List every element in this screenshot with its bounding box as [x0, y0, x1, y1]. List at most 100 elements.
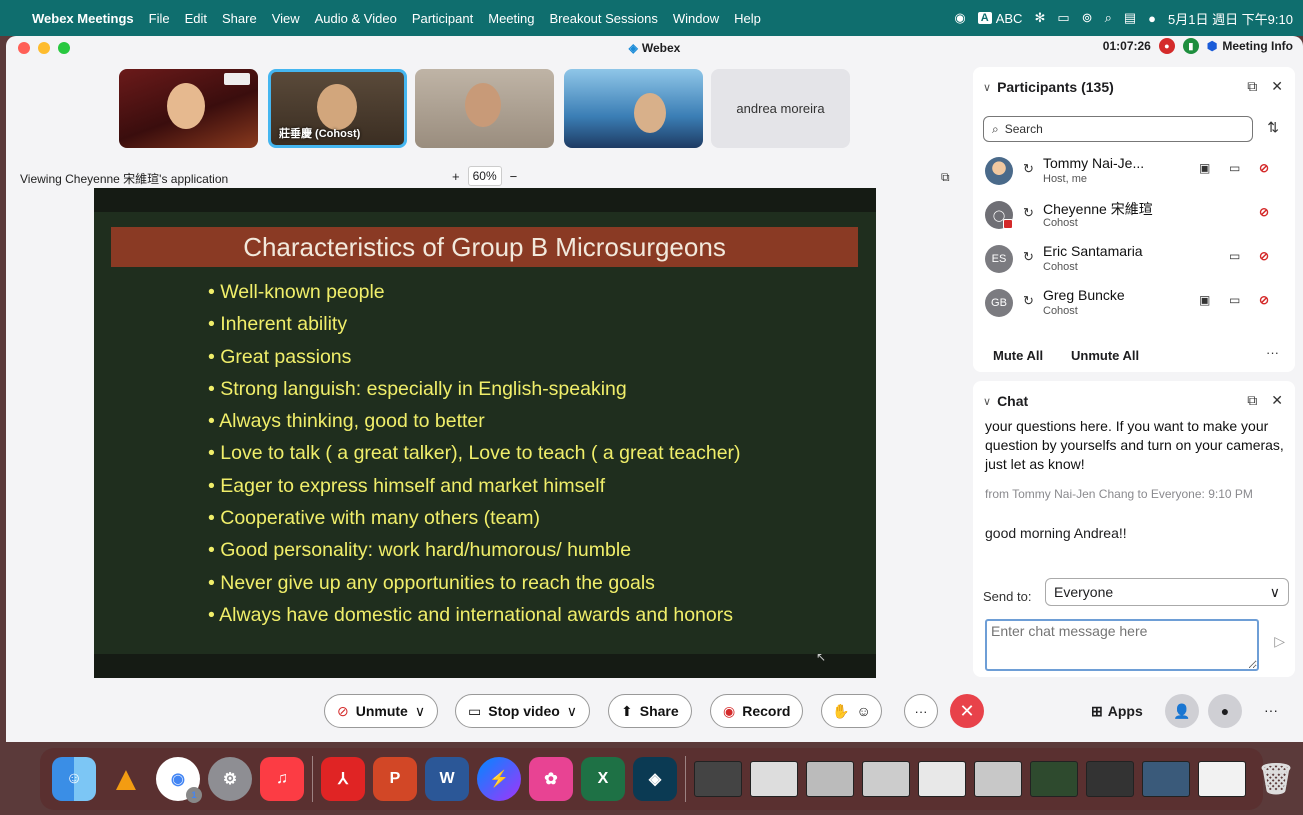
- video-tile-2-active-speaker[interactable]: 莊垂慶 (Cohost): [268, 69, 407, 148]
- pop-out-icon[interactable]: ⧉: [1247, 392, 1257, 409]
- mic-muted-icon[interactable]: ⊘: [1259, 293, 1269, 307]
- network-signal-icon[interactable]: ▮: [1182, 38, 1199, 54]
- battery-icon[interactable]: ▭: [1057, 10, 1069, 26]
- pop-out-icon[interactable]: ⧉: [1247, 78, 1257, 95]
- menu-edit[interactable]: Edit: [185, 11, 207, 26]
- chat-toggle-button[interactable]: ●: [1208, 694, 1242, 728]
- chevron-down-icon[interactable]: ∨: [567, 703, 577, 720]
- video-camera-icon[interactable]: ▭: [1229, 249, 1240, 263]
- zoom-out-button[interactable]: −: [510, 169, 518, 184]
- raise-hand-icon[interactable]: ✋: [832, 703, 849, 720]
- participant-search-input[interactable]: ⌕ Search: [983, 116, 1253, 142]
- chat-message-input[interactable]: [985, 619, 1259, 671]
- webex-status-icon[interactable]: ◉: [954, 10, 965, 26]
- trash-icon[interactable]: 🗑: [1254, 757, 1298, 801]
- vlc-icon[interactable]: ▲: [104, 757, 148, 801]
- minimized-window[interactable]: [1030, 761, 1078, 797]
- powerpoint-icon[interactable]: P: [373, 757, 417, 801]
- stop-video-button[interactable]: ▭ Stop video ∨: [455, 694, 591, 728]
- control-center-icon[interactable]: ⊚: [1082, 10, 1093, 26]
- mute-all-button[interactable]: Mute All: [993, 348, 1043, 363]
- word-icon[interactable]: W: [425, 757, 469, 801]
- minimized-window[interactable]: [1086, 761, 1134, 797]
- video-tile-1[interactable]: [119, 69, 258, 148]
- participant-row[interactable]: ES ↻ Eric Santamaria Cohost ▭ ⊘: [985, 241, 1285, 281]
- finder-icon[interactable]: ☺: [52, 757, 96, 801]
- apps-button[interactable]: ⊞ Apps: [1091, 703, 1143, 720]
- more-options-button[interactable]: ···: [904, 694, 938, 728]
- siri-icon[interactable]: ●: [1148, 11, 1156, 26]
- leave-meeting-button[interactable]: ✕: [950, 694, 984, 728]
- acrobat-icon[interactable]: ⅄: [321, 757, 365, 801]
- reactions-icon[interactable]: ☺: [856, 703, 870, 719]
- menu-breakout-sessions[interactable]: Breakout Sessions: [549, 11, 657, 26]
- meeting-info-button[interactable]: ⬢ Meeting Info: [1207, 39, 1293, 53]
- spotlight-search-icon[interactable]: ⌕: [1105, 10, 1112, 26]
- bluetooth-icon[interactable]: ✻: [1034, 10, 1045, 26]
- chevron-down-icon[interactable]: ∨: [983, 395, 991, 408]
- participants-toggle-button[interactable]: 👤: [1165, 694, 1199, 728]
- minimized-window[interactable]: [750, 761, 798, 797]
- zoom-in-button[interactable]: +: [452, 169, 460, 184]
- recording-indicator-icon[interactable]: ●: [1158, 38, 1175, 54]
- mic-muted-icon[interactable]: ⊘: [1259, 161, 1269, 175]
- shared-screen[interactable]: Characteristics of Group B Microsurgeons…: [94, 188, 876, 678]
- minimize-window-button[interactable]: [38, 42, 50, 54]
- chevron-down-icon[interactable]: ∨: [983, 81, 991, 94]
- menu-window[interactable]: Window: [673, 11, 719, 26]
- chevron-down-icon[interactable]: ∨: [415, 703, 425, 720]
- excel-icon[interactable]: X: [581, 757, 625, 801]
- menu-view[interactable]: View: [272, 11, 300, 26]
- record-button[interactable]: ◉ Record: [710, 694, 804, 728]
- webex-icon[interactable]: ◈: [633, 757, 677, 801]
- minimized-window[interactable]: [1198, 761, 1246, 797]
- video-tile-4[interactable]: [564, 69, 703, 148]
- menu-file[interactable]: File: [149, 11, 170, 26]
- close-icon[interactable]: ✕: [1271, 78, 1283, 95]
- minimized-window[interactable]: [974, 761, 1022, 797]
- sort-icon[interactable]: ⇅: [1267, 119, 1279, 136]
- send-to-select[interactable]: Everyone ∨: [1045, 578, 1289, 606]
- music-icon[interactable]: ♫: [260, 757, 304, 801]
- close-window-button[interactable]: [18, 42, 30, 54]
- minimized-window[interactable]: [918, 761, 966, 797]
- minimized-window[interactable]: [862, 761, 910, 797]
- menu-audio-video[interactable]: Audio & Video: [315, 11, 397, 26]
- menu-app-name[interactable]: Webex Meetings: [32, 11, 134, 26]
- video-tile-3[interactable]: [415, 69, 554, 148]
- mic-muted-icon[interactable]: ⊘: [1259, 205, 1269, 219]
- menu-help[interactable]: Help: [734, 11, 761, 26]
- minimized-window[interactable]: [1142, 761, 1190, 797]
- minimized-window[interactable]: [694, 761, 742, 797]
- messenger-icon[interactable]: ⚡: [477, 757, 521, 801]
- send-icon[interactable]: ▷: [1274, 633, 1285, 650]
- input-source-menu[interactable]: A ABC: [977, 11, 1022, 26]
- close-icon[interactable]: ✕: [1271, 392, 1283, 409]
- menu-participant[interactable]: Participant: [412, 11, 473, 26]
- more-panels-icon[interactable]: ···: [1264, 702, 1278, 718]
- share-view-options-icon[interactable]: ⧉: [941, 170, 950, 185]
- zoom-window-button[interactable]: [58, 42, 70, 54]
- minimized-window[interactable]: [806, 761, 854, 797]
- menubar-clock[interactable]: 5月1日 週日 下午9:10: [1168, 9, 1293, 28]
- participant-row[interactable]: ↻ Tommy Nai-Je... Host, me ▣ ▭ ⊘: [985, 153, 1285, 193]
- unmute-button[interactable]: ⊘ Unmute ∨: [324, 694, 439, 728]
- photos-icon[interactable]: ✿: [529, 757, 573, 801]
- menu-share[interactable]: Share: [222, 11, 257, 26]
- chat-header[interactable]: ∨ Chat: [983, 393, 1028, 409]
- participants-header[interactable]: ∨ Participants (135): [983, 79, 1114, 95]
- chrome-icon[interactable]: ◉ 1: [156, 757, 202, 803]
- participant-row[interactable]: ◯ ↻ Cheyenne 宋維瑄 Cohost ⊘: [985, 197, 1285, 237]
- mic-muted-icon[interactable]: ⊘: [1259, 249, 1269, 263]
- display-icon[interactable]: ▤: [1124, 10, 1136, 26]
- share-button[interactable]: ⬆ Share: [608, 694, 692, 728]
- video-tile-5[interactable]: andrea moreira: [711, 69, 850, 148]
- video-camera-icon[interactable]: ▭: [1229, 161, 1240, 175]
- unmute-all-button[interactable]: Unmute All: [1071, 348, 1139, 363]
- video-camera-icon[interactable]: ▭: [1229, 293, 1240, 307]
- more-options-icon[interactable]: ···: [1266, 345, 1279, 360]
- participant-row[interactable]: GB ↻ Greg Buncke Cohost ▣ ▭ ⊘: [985, 285, 1285, 325]
- menu-meeting[interactable]: Meeting: [488, 11, 534, 26]
- zoom-level[interactable]: 60%: [467, 166, 502, 186]
- system-preferences-icon[interactable]: ⚙: [208, 757, 252, 801]
